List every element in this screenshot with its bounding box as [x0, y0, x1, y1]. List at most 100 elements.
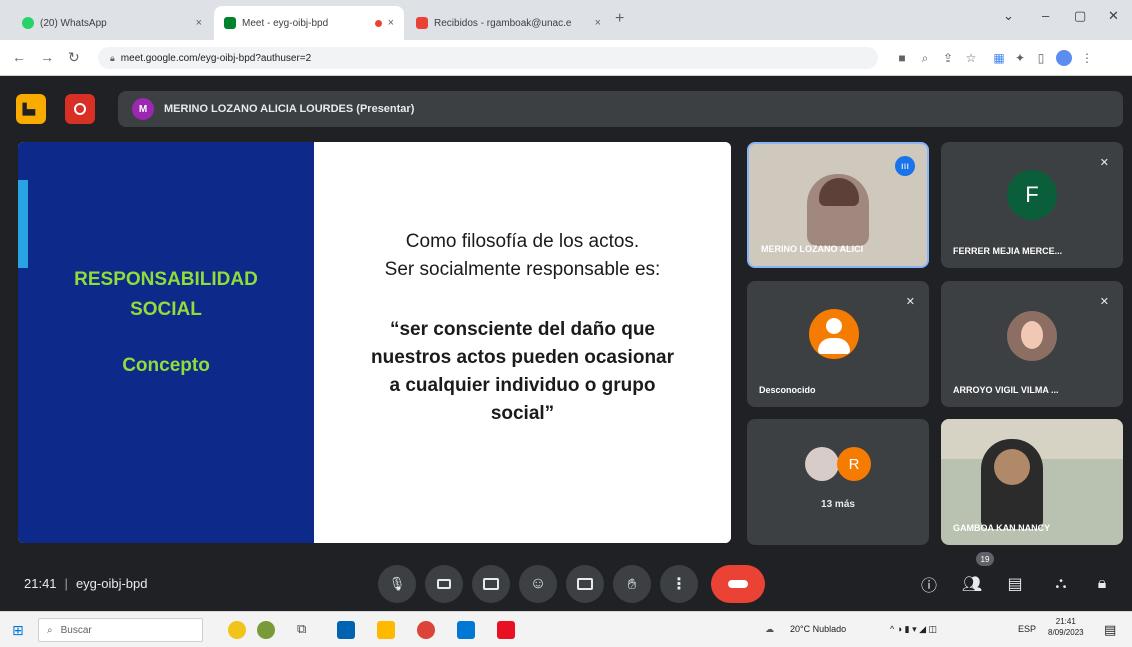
recording-dot-icon — [374, 19, 382, 27]
close-tab-icon[interactable]: × — [196, 17, 202, 29]
hangup-icon — [728, 580, 748, 588]
menu-dots-icon[interactable]: ⋮ — [1080, 51, 1094, 65]
sidepanel-icon[interactable]: ▯ — [1034, 51, 1048, 65]
participant-name: ARROYO VIGIL VILMA ... — [953, 385, 1059, 395]
slide-title-line: RESPONSABILIDAD — [74, 269, 258, 290]
weather-text: 20°C Nublado — [790, 624, 847, 634]
weather-widget-icon[interactable] — [228, 621, 246, 639]
tab-label: Recibidos - rgamboak@unac.e — [434, 17, 572, 29]
profile-avatar[interactable] — [1056, 50, 1072, 66]
slide-quote-line: “ser consciente del daño que — [389, 319, 656, 340]
microphone-button[interactable]: 🎙︎ — [378, 565, 416, 603]
mail-icon[interactable] — [337, 621, 355, 639]
notifications-icon[interactable]: ▤ — [1104, 622, 1116, 638]
maximize-icon[interactable]: ▢ — [1074, 8, 1086, 24]
participant-name: GAMBOA KAN NANCY — [953, 523, 1051, 533]
search-icon: ⌕ — [47, 624, 53, 636]
emoji-icon: ☺ — [529, 575, 547, 592]
taskbar-search[interactable]: ⌕ Buscar — [38, 618, 203, 642]
separator: | — [64, 576, 68, 591]
reload-icon[interactable]: ↻ — [68, 49, 80, 66]
avatar: M — [132, 98, 154, 120]
participant-tile[interactable]: GAMBOA KAN NANCY — [941, 419, 1123, 545]
store-icon[interactable] — [457, 621, 475, 639]
file-explorer-icon[interactable] — [377, 621, 395, 639]
url-text: meet.google.com/eyg-oibj-bpd?authuser=2 — [120, 52, 312, 64]
reactions-button[interactable]: ☺ — [519, 565, 557, 603]
minimize-icon[interactable]: – — [1042, 8, 1049, 23]
activities-shapes-icon[interactable]: ⛬ — [1049, 572, 1073, 596]
new-tab-button[interactable]: + — [615, 10, 624, 28]
browser-tab-strip: (20) WhatsApp × Meet - eyg-oibj-bpd × Re… — [0, 0, 1132, 40]
slide-accent-bar — [18, 180, 28, 268]
camera-indicator-icon[interactable]: ■ — [895, 51, 909, 65]
meeting-info: 21:41 | eyg-oibj-bpd — [24, 576, 147, 591]
slide-quote-line: nuestros actos pueden ocasionar — [370, 347, 675, 368]
system-tray-icons[interactable]: ^ ◑ ▮ ▾ ◢ ◫ — [890, 624, 937, 635]
cloud-icon: ☁ — [765, 624, 774, 634]
avatar: F — [1007, 170, 1057, 220]
gmail-icon — [416, 17, 428, 29]
tab-label: (20) WhatsApp — [40, 17, 107, 29]
captions-button[interactable] — [472, 565, 510, 603]
participant-tile[interactable]: ✕ ARROYO VIGIL VILMA ... — [941, 281, 1123, 407]
close-tab-icon[interactable]: × — [388, 17, 394, 29]
meeting-time: 21:41 — [24, 576, 57, 591]
tab-whatsapp[interactable]: (20) WhatsApp × — [12, 6, 212, 40]
meet-stage: ▙▖ M MERINO LOZANO ALICIA LOURDES (Prese… — [0, 76, 1132, 611]
back-icon[interactable]: ← — [12, 49, 26, 65]
microphone-icon: 🎙︎ — [388, 576, 406, 591]
people-icon[interactable]: 👥︎ — [960, 572, 984, 596]
present-button[interactable] — [566, 565, 604, 603]
task-view-icon[interactable]: ⧉ — [297, 621, 315, 639]
extension-icon[interactable]: ▦ — [992, 51, 1006, 65]
whatsapp-icon — [22, 17, 34, 29]
bookmark-star-icon[interactable]: ☆ — [964, 51, 978, 65]
tab-meet[interactable]: Meet - eyg-oibj-bpd × — [214, 6, 404, 40]
raise-hand-button[interactable]: ✋︎ — [613, 565, 651, 603]
hand-icon: ✋︎ — [627, 575, 637, 593]
chat-icon[interactable]: ▤ — [1003, 572, 1027, 596]
url-field[interactable]: 🔒︎ meet.google.com/eyg-oibj-bpd?authuser… — [98, 47, 878, 69]
language-indicator[interactable]: ESP — [1018, 624, 1036, 634]
zoom-icon[interactable]: ⌕ — [918, 51, 932, 65]
meeting-code: eyg-oibj-bpd — [75, 576, 148, 591]
host-controls-lock-icon[interactable]: 🔒︎ — [1090, 572, 1114, 596]
avatar — [1007, 311, 1057, 361]
participant-name: FERRER MEJIA MERCE... — [953, 246, 1063, 256]
captions-icon — [483, 578, 499, 590]
unknown-avatar-icon — [809, 309, 859, 359]
app-icon[interactable] — [257, 621, 275, 639]
more-vert-icon: ⋮ — [671, 576, 687, 593]
share-icon[interactable]: ⇪ — [941, 51, 955, 65]
more-options-button[interactable]: ⋮ — [660, 565, 698, 603]
present-screen-icon — [577, 578, 593, 590]
participant-tile[interactable]: ✕ Desconocido — [747, 281, 929, 407]
tab-search-icon[interactable]: ⌄ — [1003, 8, 1014, 24]
recording-button[interactable] — [65, 94, 95, 124]
taskbar-clock[interactable]: 21:41 8/09/2023 — [1048, 616, 1084, 638]
slide-body-line: Como filosofía de los actos. — [405, 231, 640, 252]
slide-body-line: Ser socialmente responsable es: — [384, 259, 661, 280]
meet-icon — [224, 17, 236, 29]
slide-body-panel: Como filosofía de los actos. Ser socialm… — [314, 142, 731, 543]
tab-gmail[interactable]: Recibidos - rgamboak@unac.e × — [406, 6, 611, 40]
camera-button[interactable] — [425, 565, 463, 603]
os-taskbar: ⊞ ⌕ Buscar ⧉ ☁ 20°C Nublado ^ ◑ ▮ ▾ ◢ ◫ … — [0, 611, 1132, 647]
participant-tile[interactable]: ✕ F FERRER MEJIA MERCE... — [941, 142, 1123, 268]
chrome-icon[interactable] — [417, 621, 435, 639]
meeting-details-icon[interactable]: ⓘ — [917, 572, 941, 596]
close-tab-icon[interactable]: × — [595, 17, 601, 29]
video-app-icon[interactable] — [497, 621, 515, 639]
close-window-icon[interactable]: ✕ — [1108, 8, 1119, 24]
forward-icon[interactable]: → — [40, 49, 54, 65]
end-call-button[interactable] — [711, 565, 765, 603]
participant-tile[interactable]: R 13 más — [747, 419, 929, 545]
presenter-label: MERINO LOZANO ALICIA LOURDES (Presentar) — [164, 103, 415, 115]
activities-icon[interactable]: ▙▖ — [16, 94, 46, 124]
windows-start-icon[interactable]: ⊞ — [12, 622, 24, 639]
slide-quote-line: a cualquier individuo o grupo — [389, 375, 656, 396]
extensions-puzzle-icon[interactable]: ✦ — [1013, 51, 1027, 65]
speaking-icon: ııı — [895, 156, 915, 176]
participant-tile[interactable]: ııı MERINO LOZANO ALICI — [747, 142, 929, 268]
